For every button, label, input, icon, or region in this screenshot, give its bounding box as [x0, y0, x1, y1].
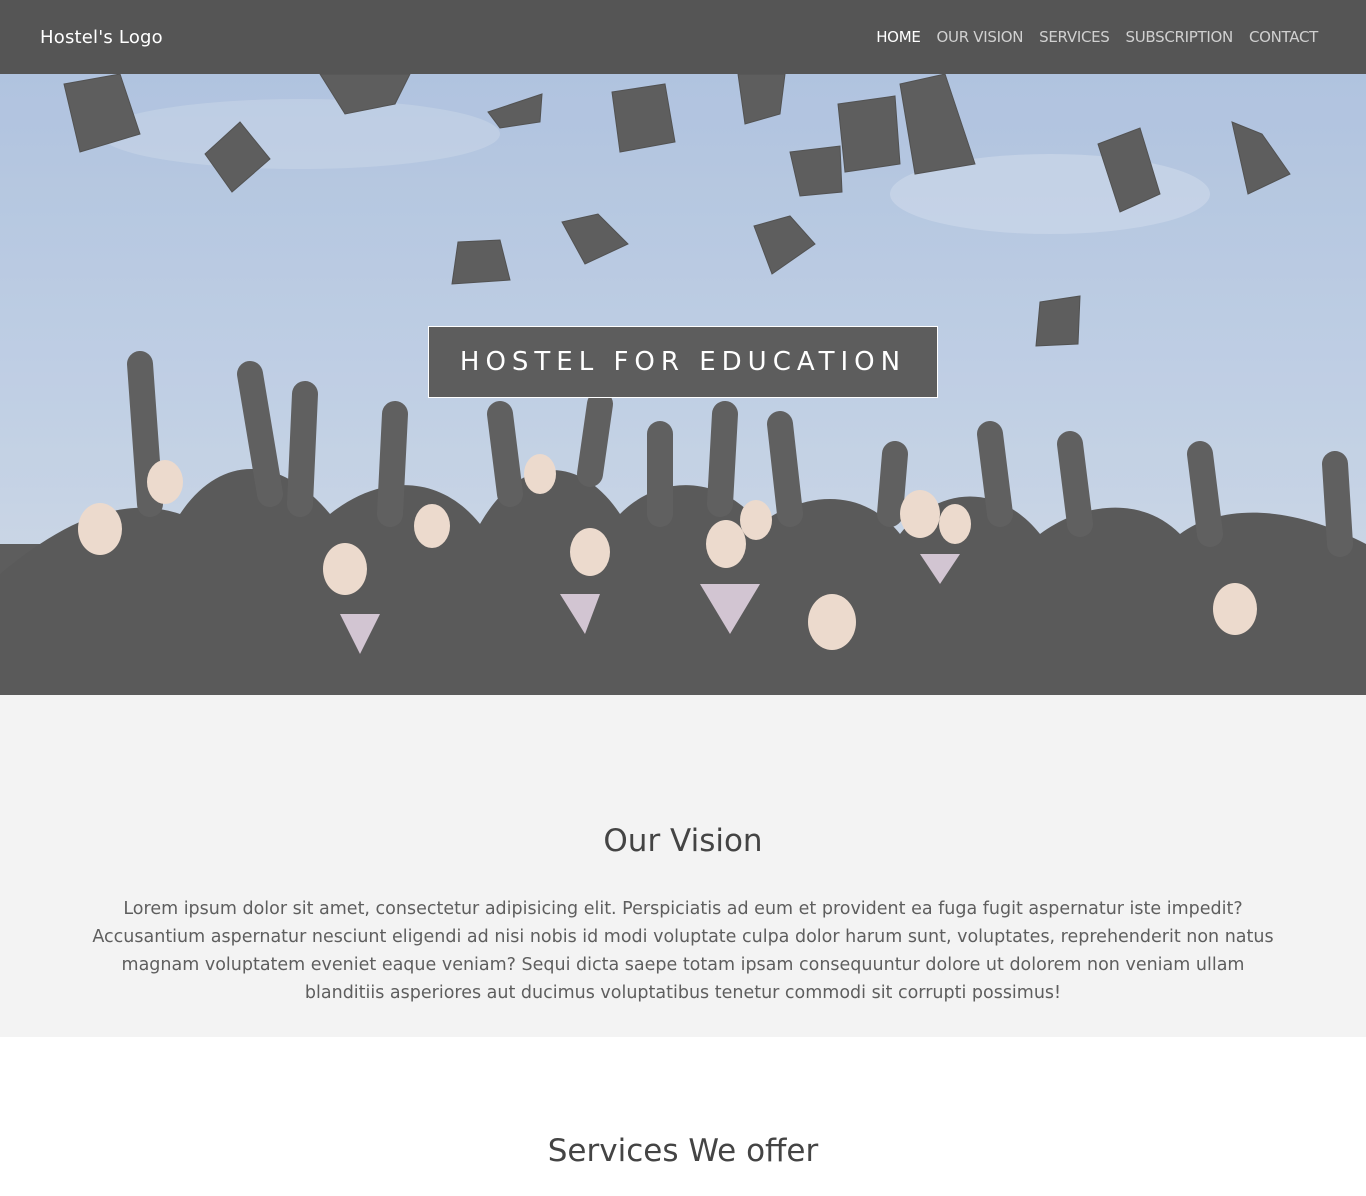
site-logo[interactable]: Hostel's Logo	[40, 27, 163, 48]
vision-body: Lorem ipsum dolor sit amet, consectetur …	[92, 899, 1274, 1003]
hero-title: HOSTEL FOR EDUCATION	[428, 326, 938, 398]
nav-link-subscription[interactable]: SUBSCRIPTION	[1126, 28, 1234, 46]
vision-heading: Our Vision	[603, 823, 763, 859]
services-section: Services We offer	[0, 1037, 1366, 1196]
navbar: Hostel's Logo HOME OUR VISION SERVICES S…	[0, 0, 1366, 74]
nav-link-services[interactable]: SERVICES	[1039, 28, 1110, 46]
services-heading: Services We offer	[547, 1133, 819, 1169]
nav-links: HOME OUR VISION SERVICES SUBSCRIPTION CO…	[876, 28, 1318, 46]
nav-link-contact[interactable]: CONTACT	[1249, 28, 1318, 46]
nav-link-our-vision[interactable]: OUR VISION	[937, 28, 1024, 46]
vision-section: Our Vision Lorem ipsum dolor sit amet, c…	[0, 695, 1366, 1037]
nav-link-home[interactable]: HOME	[876, 28, 921, 46]
hero-section: HOSTEL FOR EDUCATION	[0, 74, 1366, 695]
